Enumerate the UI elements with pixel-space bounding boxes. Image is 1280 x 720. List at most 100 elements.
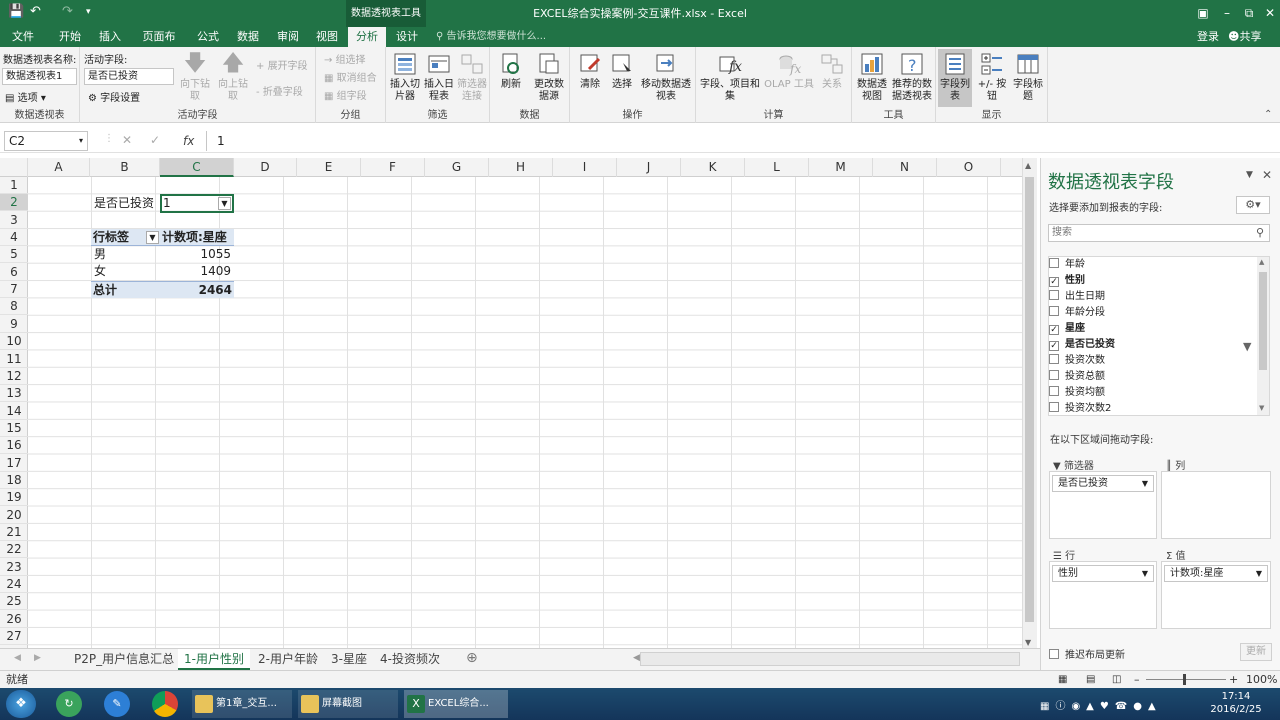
row-header[interactable]: 10 xyxy=(0,333,28,351)
column-header[interactable]: C xyxy=(160,158,234,177)
refresh-button[interactable]: 刷新 xyxy=(494,51,528,91)
row-header[interactable]: 7 xyxy=(0,281,28,299)
sheet-tab-active[interactable]: 1-用户性别 xyxy=(178,649,250,670)
column-header[interactable]: O xyxy=(937,158,1001,177)
field-list-scroll-down-icon[interactable]: ▼ xyxy=(1259,404,1264,412)
field-settings-button[interactable]: ⚙ 字段设置 xyxy=(88,89,140,104)
change-source-button[interactable]: 更改数据源 xyxy=(530,51,568,103)
row-label-filter-icon[interactable]: ▼ xyxy=(146,231,159,244)
column-header[interactable]: N xyxy=(873,158,937,177)
pivot-total-label[interactable]: 总计 xyxy=(91,281,160,298)
checkbox-icon[interactable] xyxy=(1049,402,1059,412)
zoom-in-icon[interactable]: + xyxy=(1229,671,1238,688)
row-header[interactable]: 18 xyxy=(0,472,28,489)
zoom-level[interactable]: 100% xyxy=(1246,671,1277,688)
ribbon-display-icon[interactable]: ▣ xyxy=(1192,0,1214,27)
new-sheet-icon[interactable]: ⊕ xyxy=(466,650,478,666)
clear-button[interactable]: 清除 xyxy=(574,51,606,91)
tell-me-box[interactable]: ⚲ 告诉我您想要做什么... xyxy=(436,27,546,47)
pivot-row-value[interactable]: 1409 xyxy=(160,263,233,280)
insert-slicer-button[interactable]: 插入切片器 xyxy=(388,51,422,103)
column-header[interactable]: D xyxy=(234,158,297,177)
values-field-chip[interactable]: 计数项:星座 ▼ xyxy=(1164,565,1268,582)
drill-down-button[interactable]: 🡇 向下钻取 xyxy=(176,51,214,103)
field-item[interactable]: ✓ 星座 xyxy=(1049,321,1085,337)
pivot-total-value[interactable]: 2464 xyxy=(160,281,234,298)
group-field-button[interactable]: ▦ 组字段 xyxy=(324,87,367,102)
column-header[interactable]: M xyxy=(809,158,873,177)
insert-function-icon[interactable]: fx xyxy=(183,131,194,151)
cancel-entry-icon[interactable]: ✕ xyxy=(122,133,132,147)
tab-review[interactable]: 审阅 xyxy=(270,27,306,47)
hscroll-left-icon[interactable]: ◀ xyxy=(633,653,640,663)
row-header[interactable]: 6 xyxy=(0,264,28,281)
field-item[interactable]: 投资总额 xyxy=(1049,369,1105,385)
sheet-tab[interactable]: 2-用户年龄 xyxy=(252,649,324,670)
row-header[interactable]: 26 xyxy=(0,611,28,628)
row-header[interactable]: 11 xyxy=(0,351,28,368)
layout-gear-icon[interactable]: ⚙▾ xyxy=(1236,196,1270,214)
row-header[interactable]: 12 xyxy=(0,368,28,385)
column-header[interactable]: F xyxy=(361,158,425,177)
scroll-up-icon[interactable]: ▲ xyxy=(1025,161,1031,170)
scroll-down-icon[interactable]: ▼ xyxy=(1025,638,1031,647)
row-header[interactable]: 14 xyxy=(0,403,28,420)
row-header[interactable]: 2 xyxy=(0,194,28,212)
zoom-slider[interactable] xyxy=(1146,679,1226,680)
collapse-ribbon-icon[interactable]: ⌃ xyxy=(1264,109,1272,120)
column-header[interactable]: G xyxy=(425,158,489,177)
row-header[interactable]: 27 xyxy=(0,628,28,646)
drill-up-button[interactable]: 🡅 向上钻取 xyxy=(216,51,250,103)
row-header[interactable]: 9 xyxy=(0,316,28,333)
name-box-dropdown-icon[interactable]: ▾ xyxy=(79,132,83,150)
rows-field-chip[interactable]: 性别 ▼ xyxy=(1052,565,1154,582)
column-header[interactable]: K xyxy=(681,158,745,177)
row-header[interactable]: 3 xyxy=(0,212,28,229)
checkbox-icon[interactable] xyxy=(1049,290,1059,300)
select-button[interactable]: 选择 xyxy=(606,51,638,91)
columns-drop-area[interactable] xyxy=(1161,471,1271,539)
plus-minus-buttons-button[interactable]: +/- 按钮 xyxy=(974,51,1010,103)
sheet-tab[interactable]: P2P_用户信息汇总 xyxy=(68,649,180,670)
field-list-button[interactable]: 字段列表 xyxy=(938,49,972,107)
formula-input[interactable]: 1 xyxy=(206,131,1274,151)
field-item[interactable]: ✓ 是否已投资 xyxy=(1049,337,1115,353)
clock[interactable]: 17:14 2016/2/25 xyxy=(1206,690,1266,716)
relationships-button[interactable]: 关系 xyxy=(816,51,848,91)
column-header[interactable]: J xyxy=(617,158,681,177)
checkbox-icon[interactable]: ✓ xyxy=(1049,325,1059,335)
row-header[interactable]: 8 xyxy=(0,298,28,316)
expand-field-button[interactable]: + 展开字段 xyxy=(256,57,308,72)
zoom-out-icon[interactable]: – xyxy=(1134,671,1140,688)
row-header[interactable]: 15 xyxy=(0,420,28,437)
row-header[interactable]: 20 xyxy=(0,507,28,524)
row-header[interactable]: 16 xyxy=(0,437,28,455)
field-item[interactable]: ✓ 性别 xyxy=(1049,273,1085,289)
pivot-row-label[interactable]: 男 xyxy=(92,246,160,263)
vertical-scroll-thumb[interactable] xyxy=(1025,177,1034,622)
checkbox-icon[interactable] xyxy=(1049,258,1059,268)
checkbox-icon[interactable] xyxy=(1049,354,1059,364)
insert-timeline-button[interactable]: 插入日程表 xyxy=(422,51,456,103)
restore-button[interactable]: ⧉ xyxy=(1238,0,1260,27)
row-header[interactable]: 17 xyxy=(0,455,28,472)
field-list-scroll-up-icon[interactable]: ▲ xyxy=(1259,258,1264,266)
zoom-slider-thumb[interactable] xyxy=(1183,674,1186,685)
page-layout-view-icon[interactable]: ▤ xyxy=(1086,671,1095,688)
sheet-tab[interactable]: 4-投资频次 xyxy=(374,649,446,670)
share-button[interactable]: ☻共享 xyxy=(1228,27,1261,47)
column-header[interactable]: L xyxy=(745,158,809,177)
field-search-input[interactable]: 搜索 xyxy=(1048,224,1270,242)
row-header[interactable]: 21 xyxy=(0,524,28,541)
column-header[interactable]: B xyxy=(90,158,160,177)
checkbox-icon[interactable] xyxy=(1049,370,1059,380)
row-header[interactable]: 1 xyxy=(0,177,28,194)
row-header[interactable]: 4 xyxy=(0,229,28,247)
checkbox-icon[interactable] xyxy=(1049,386,1059,396)
confirm-entry-icon[interactable]: ✓ xyxy=(150,133,160,147)
sheet-tab[interactable]: 3-星座 xyxy=(325,649,373,670)
fields-items-sets-button[interactable]: fx 字段、项目和集 xyxy=(698,51,762,103)
pivot-filter-label[interactable]: 是否已投资 xyxy=(92,195,160,212)
pivot-row-label[interactable]: 女 xyxy=(92,263,160,280)
pt-name-input[interactable]: 数据透视表1 xyxy=(2,68,77,85)
